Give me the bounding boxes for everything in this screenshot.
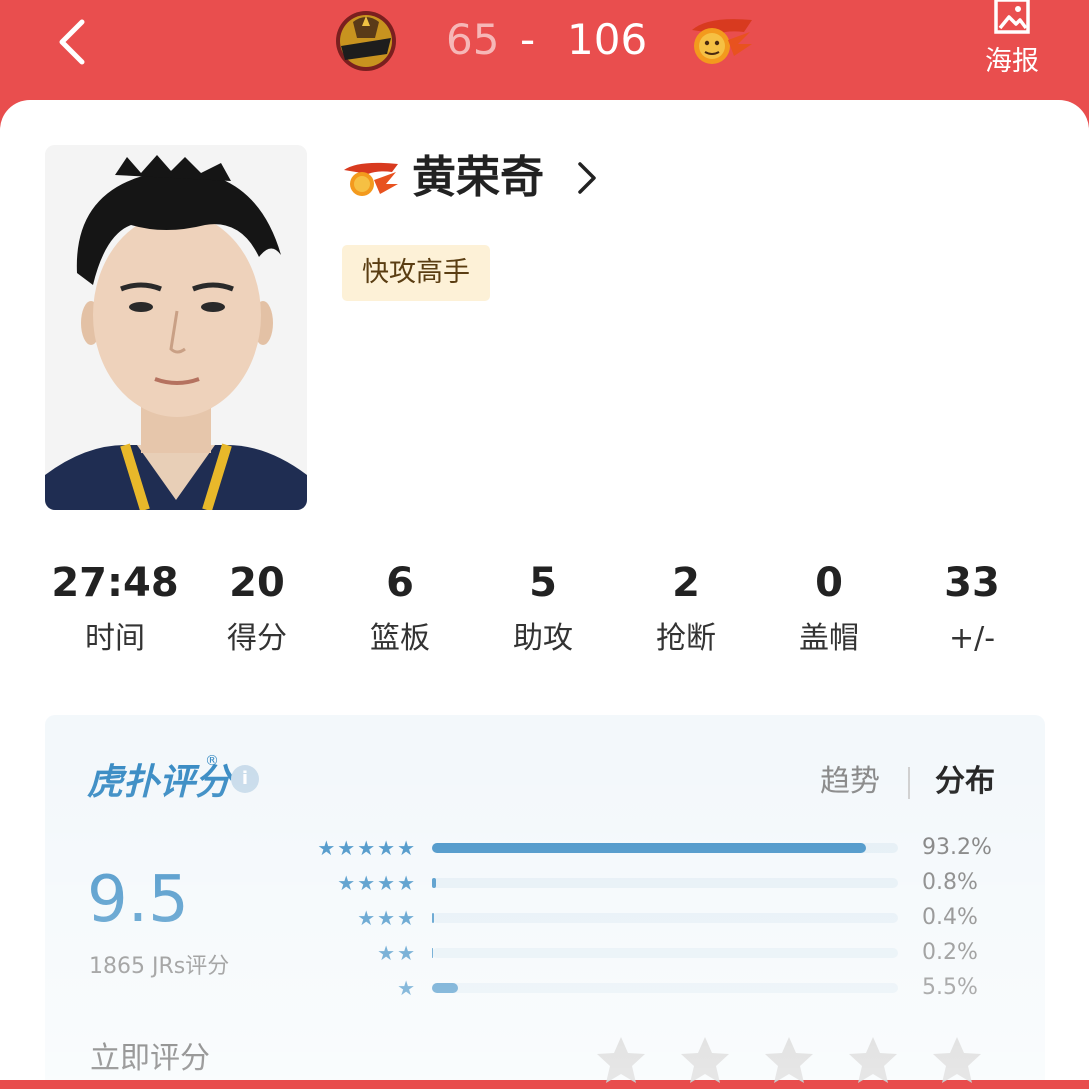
percent-label: 0.8% bbox=[922, 870, 978, 895]
percent-label: 0.4% bbox=[922, 905, 978, 930]
bar-track bbox=[432, 913, 898, 923]
bar-track bbox=[432, 878, 898, 888]
stat-row: 27:48 时间 20 得分 6 篮板 5 助攻 2 抢断 0 盖帽 33 +/… bbox=[45, 555, 1045, 675]
rate-star-icon[interactable] bbox=[761, 1033, 817, 1089]
back-arrow-icon[interactable] bbox=[50, 14, 100, 70]
percent-label: 93.2% bbox=[922, 835, 992, 860]
player-team-logo bbox=[344, 162, 398, 196]
rate-star-icon[interactable] bbox=[845, 1033, 901, 1089]
image-poster-icon bbox=[994, 0, 1030, 34]
bar-track bbox=[432, 983, 898, 993]
stat-label: 篮板 bbox=[370, 621, 430, 656]
stat-plus-minus: 33 +/- bbox=[902, 555, 1042, 667]
away-score: 106 bbox=[567, 15, 648, 64]
tab-distribution[interactable]: 分布 bbox=[935, 757, 995, 807]
star-level: ★★★★★ bbox=[317, 836, 417, 860]
info-icon[interactable]: i bbox=[231, 765, 259, 793]
home-team-logo[interactable] bbox=[333, 8, 399, 74]
distribution-row: ★★★ 0.4% bbox=[295, 903, 1015, 933]
player-portrait-icon bbox=[45, 145, 307, 510]
score-separator: - bbox=[520, 15, 536, 64]
stat-label: 助攻 bbox=[513, 621, 573, 656]
rating-count: 1865 JRs评分 bbox=[89, 954, 230, 979]
stat-label: +/- bbox=[948, 621, 996, 656]
game-header: 65 - 106 海报 bbox=[0, 0, 1089, 110]
stat-steals: 2 抢断 bbox=[616, 555, 756, 667]
stat-label: 时间 bbox=[85, 621, 145, 656]
chevron-right-icon[interactable] bbox=[572, 158, 602, 198]
rate-star-icon[interactable] bbox=[593, 1033, 649, 1089]
rate-now-label: 立即评分 bbox=[90, 1041, 210, 1076]
bar-fill bbox=[432, 878, 436, 888]
stat-value: 6 bbox=[386, 560, 414, 606]
stat-value: 33 bbox=[944, 560, 1000, 606]
star-level: ★★ bbox=[377, 941, 417, 965]
average-rating: 9.5 bbox=[87, 863, 189, 937]
star-level: ★★★★ bbox=[337, 871, 417, 895]
bar-track bbox=[432, 948, 898, 958]
stat-minutes: 27:48 时间 bbox=[45, 555, 185, 667]
bar-track bbox=[432, 843, 898, 853]
player-tag: 快攻高手 bbox=[342, 245, 490, 301]
stat-value: 20 bbox=[229, 560, 285, 606]
away-team-logo[interactable] bbox=[688, 10, 756, 68]
bar-fill bbox=[432, 983, 458, 993]
rating-panel: 虎扑评分 ® i 趋势 分布 9.5 1865 JRs评分 ★★★★★ 93.2… bbox=[45, 715, 1045, 1083]
player-name[interactable]: 黄荣奇 bbox=[412, 148, 544, 208]
rate-star-icon[interactable] bbox=[677, 1033, 733, 1089]
distribution-row: ★★ 0.2% bbox=[295, 938, 1015, 968]
percent-label: 0.2% bbox=[922, 940, 978, 965]
stat-rebounds: 6 篮板 bbox=[330, 555, 470, 667]
rate-star-icon[interactable] bbox=[929, 1033, 985, 1089]
stat-value: 27:48 bbox=[51, 560, 179, 606]
distribution-row: ★ 5.5% bbox=[295, 973, 1015, 1003]
star-level: ★ bbox=[397, 976, 417, 1000]
stat-points: 20 得分 bbox=[187, 555, 327, 667]
player-photo bbox=[45, 145, 307, 510]
poster-button[interactable]: 海报 bbox=[980, 0, 1050, 90]
player-card: 黄荣奇 快攻高手 27:48 时间 20 得分 6 篮板 5 助攻 2 抢断 0… bbox=[0, 100, 1089, 1083]
stat-label: 盖帽 bbox=[799, 621, 859, 656]
percent-label: 5.5% bbox=[922, 975, 978, 1000]
bar-fill bbox=[432, 913, 434, 923]
home-score: 65 bbox=[446, 15, 500, 64]
stat-value: 2 bbox=[672, 560, 700, 606]
poster-label: 海报 bbox=[985, 46, 1039, 77]
tab-trend[interactable]: 趋势 bbox=[820, 757, 880, 807]
stat-label: 抢断 bbox=[656, 621, 716, 656]
stat-blocks: 0 盖帽 bbox=[759, 555, 899, 667]
bar-fill bbox=[432, 843, 867, 853]
stat-value: 5 bbox=[529, 560, 557, 606]
tab-divider bbox=[908, 767, 910, 799]
stat-assists: 5 助攻 bbox=[473, 555, 613, 667]
star-level: ★★★ bbox=[357, 906, 417, 930]
bar-fill bbox=[432, 948, 433, 958]
registered-mark: ® bbox=[205, 753, 219, 769]
stat-value: 0 bbox=[815, 560, 843, 606]
distribution-row: ★★★★ 0.8% bbox=[295, 868, 1015, 898]
stat-label: 得分 bbox=[227, 621, 287, 656]
distribution-row: ★★★★★ 93.2% bbox=[295, 833, 1015, 863]
